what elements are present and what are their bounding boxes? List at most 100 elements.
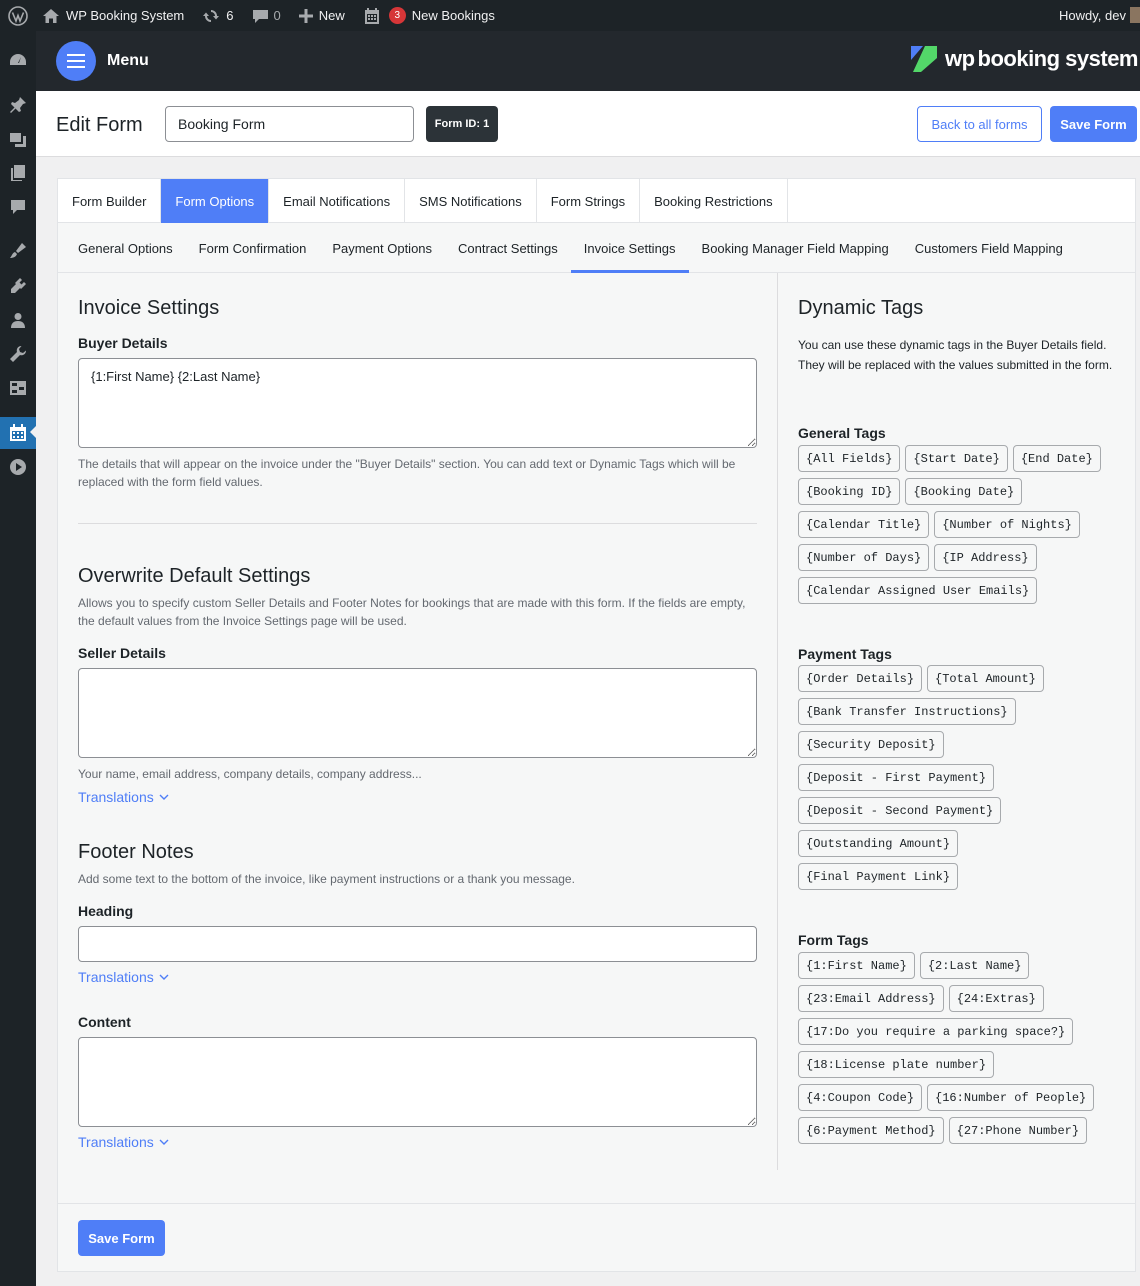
plus-icon bbox=[298, 8, 313, 23]
form-footer: Save Form bbox=[58, 1203, 1135, 1271]
section-divider bbox=[78, 523, 757, 524]
dynamic-tag[interactable]: {17:Do you require a parking space?} bbox=[798, 1018, 1074, 1045]
new-bookings-link[interactable]: 3 New Bookings bbox=[356, 0, 502, 31]
dynamic-tags-intro: You can use these dynamic tags in the Bu… bbox=[798, 338, 1113, 372]
form-name-input[interactable] bbox=[165, 106, 414, 142]
subtab-payment-options[interactable]: Payment Options bbox=[319, 223, 445, 273]
dynamic-tag[interactable]: {Deposit - First Payment} bbox=[798, 764, 995, 791]
comments-link[interactable]: 0 bbox=[245, 0, 288, 31]
content-translations-toggle[interactable]: Translations bbox=[78, 1134, 169, 1150]
tab-booking-restrictions[interactable]: Booking Restrictions bbox=[640, 179, 788, 223]
payment-tags-list: {Order Details} {Total Amount} {Bank Trans… bbox=[798, 665, 1128, 896]
new-bookings-label: New Bookings bbox=[411, 8, 495, 23]
seller-translations-label: Translations bbox=[78, 789, 154, 805]
dynamic-tag[interactable]: {18:License plate number} bbox=[798, 1051, 995, 1078]
dynamic-tag[interactable]: {24:Extras} bbox=[948, 985, 1044, 1012]
howdy-text: Howdy, dev bbox=[1059, 8, 1126, 23]
wordpress-logo-icon[interactable] bbox=[0, 0, 35, 31]
sub-tabs: General Options Form Confirmation Paymen… bbox=[58, 223, 1135, 273]
media-icon[interactable] bbox=[0, 124, 36, 154]
dynamic-tag[interactable]: {Security Deposit} bbox=[798, 731, 944, 758]
dynamic-tag[interactable]: {Calendar Title} bbox=[798, 511, 930, 538]
comment-icon bbox=[252, 9, 268, 23]
my-account-link[interactable]: Howdy, dev bbox=[1059, 0, 1126, 31]
subtab-general-options[interactable]: General Options bbox=[65, 223, 186, 273]
new-label: New bbox=[318, 8, 345, 23]
brand-mark-icon bbox=[909, 44, 939, 74]
dynamic-tag[interactable]: {27:Phone Number} bbox=[948, 1117, 1088, 1144]
brand-wp: wp bbox=[944, 46, 975, 71]
dynamic-tag[interactable]: {Total Amount} bbox=[927, 665, 1044, 692]
footer-content-textarea[interactable] bbox=[78, 1037, 757, 1127]
dynamic-tag[interactable]: {Number of Days} bbox=[798, 544, 930, 571]
play-icon[interactable] bbox=[0, 452, 36, 482]
site-name-link[interactable]: WP Booking System bbox=[35, 0, 191, 31]
dynamic-tag[interactable]: {Calendar Assigned User Emails} bbox=[798, 577, 1038, 604]
tab-sms-notifications[interactable]: SMS Notifications bbox=[405, 179, 537, 223]
dynamic-tag[interactable]: {4:Coupon Code} bbox=[798, 1084, 923, 1111]
footer-heading-input[interactable] bbox=[78, 926, 757, 962]
dynamic-tag[interactable]: {Start Date} bbox=[905, 445, 1008, 472]
dynamic-tag[interactable]: {Deposit - Second Payment} bbox=[798, 797, 1002, 824]
heading-translations-toggle[interactable]: Translations bbox=[78, 969, 169, 985]
dynamic-tag[interactable]: {Booking ID} bbox=[798, 478, 901, 505]
home-icon bbox=[43, 8, 59, 23]
seller-details-textarea[interactable] bbox=[78, 668, 757, 758]
plugin-header: Menu wp booking system bbox=[36, 31, 1140, 91]
updates-link[interactable]: 6 bbox=[195, 0, 240, 31]
tab-email-notifications[interactable]: Email Notifications bbox=[269, 179, 406, 223]
subtab-form-confirmation[interactable]: Form Confirmation bbox=[186, 223, 320, 273]
dynamic-tag[interactable]: {1:First Name} bbox=[798, 952, 915, 979]
pin-icon[interactable] bbox=[0, 90, 36, 120]
settings-icon[interactable] bbox=[0, 373, 36, 403]
dynamic-tag[interactable]: {End Date} bbox=[1012, 445, 1101, 472]
chevron-down-icon bbox=[159, 1139, 169, 1145]
dynamic-tag[interactable]: {23:Email Address} bbox=[798, 985, 944, 1012]
menu-button[interactable] bbox=[56, 41, 96, 81]
tab-form-builder[interactable]: Form Builder bbox=[58, 179, 162, 223]
tools-icon[interactable] bbox=[0, 339, 36, 369]
dynamic-tags-heading: Dynamic Tags bbox=[798, 297, 924, 319]
dynamic-tag[interactable]: {All Fields} bbox=[798, 445, 901, 472]
dynamic-tag[interactable]: {6:Payment Method} bbox=[798, 1117, 944, 1144]
updates-icon bbox=[203, 9, 220, 22]
brand-logo: wp booking system bbox=[909, 44, 1139, 74]
seller-translations-toggle[interactable]: Translations bbox=[78, 789, 169, 805]
dynamic-tag[interactable]: {Bank Transfer Instructions} bbox=[798, 698, 1016, 725]
back-to-all-forms-button[interactable]: Back to all forms bbox=[917, 106, 1042, 142]
dynamic-tag[interactable]: {Order Details} bbox=[798, 665, 923, 692]
dynamic-tag[interactable]: {2:Last Name} bbox=[919, 952, 1030, 979]
subtab-customers-field-mapping[interactable]: Customers Field Mapping bbox=[902, 223, 1076, 273]
new-content-link[interactable]: New bbox=[292, 0, 352, 31]
heading-label: Heading bbox=[78, 903, 134, 919]
subtab-contract-settings[interactable]: Contract Settings bbox=[445, 223, 571, 273]
dynamic-tag[interactable]: {16:Number of People} bbox=[927, 1084, 1095, 1111]
general-tags-title: General Tags bbox=[798, 425, 886, 441]
tab-form-strings[interactable]: Form Strings bbox=[537, 179, 641, 223]
pages-icon[interactable] bbox=[0, 158, 36, 188]
dynamic-tag[interactable]: {Number of Nights} bbox=[934, 511, 1080, 538]
dynamic-tag[interactable]: {Outstanding Amount} bbox=[798, 830, 959, 857]
content-label: Content bbox=[78, 1014, 131, 1030]
site-name: WP Booking System bbox=[66, 8, 185, 23]
dynamic-tag[interactable]: {Final Payment Link} bbox=[798, 863, 959, 890]
wp-booking-system-menu-icon[interactable] bbox=[0, 417, 36, 449]
users-icon[interactable] bbox=[0, 305, 36, 335]
dynamic-tag[interactable]: {IP Address} bbox=[934, 544, 1037, 571]
comments-icon[interactable] bbox=[0, 192, 36, 222]
save-form-button-bottom[interactable]: Save Form bbox=[78, 1220, 165, 1256]
save-form-button-top[interactable]: Save Form bbox=[1050, 106, 1137, 142]
footer-notes-description: Add some text to the bottom of the invoi… bbox=[78, 872, 575, 886]
subtab-booking-manager-field-mapping[interactable]: Booking Manager Field Mapping bbox=[689, 223, 902, 273]
avatar[interactable] bbox=[1130, 7, 1140, 23]
menu-label: Menu bbox=[107, 52, 149, 69]
plugins-icon[interactable] bbox=[0, 271, 36, 301]
dashboard-icon[interactable] bbox=[0, 45, 36, 75]
appearance-icon[interactable] bbox=[0, 236, 36, 266]
dynamic-tags-panel: Dynamic Tags You can use these dynamic t… bbox=[777, 273, 1135, 1170]
tab-form-options[interactable]: Form Options bbox=[161, 179, 270, 223]
subtab-invoice-settings[interactable]: Invoice Settings bbox=[570, 223, 689, 273]
buyer-details-textarea[interactable]: {1:First Name} {2:Last Name} bbox=[78, 358, 757, 448]
admin-sidebar bbox=[0, 31, 36, 1286]
dynamic-tag[interactable]: {Booking Date} bbox=[905, 478, 1023, 505]
